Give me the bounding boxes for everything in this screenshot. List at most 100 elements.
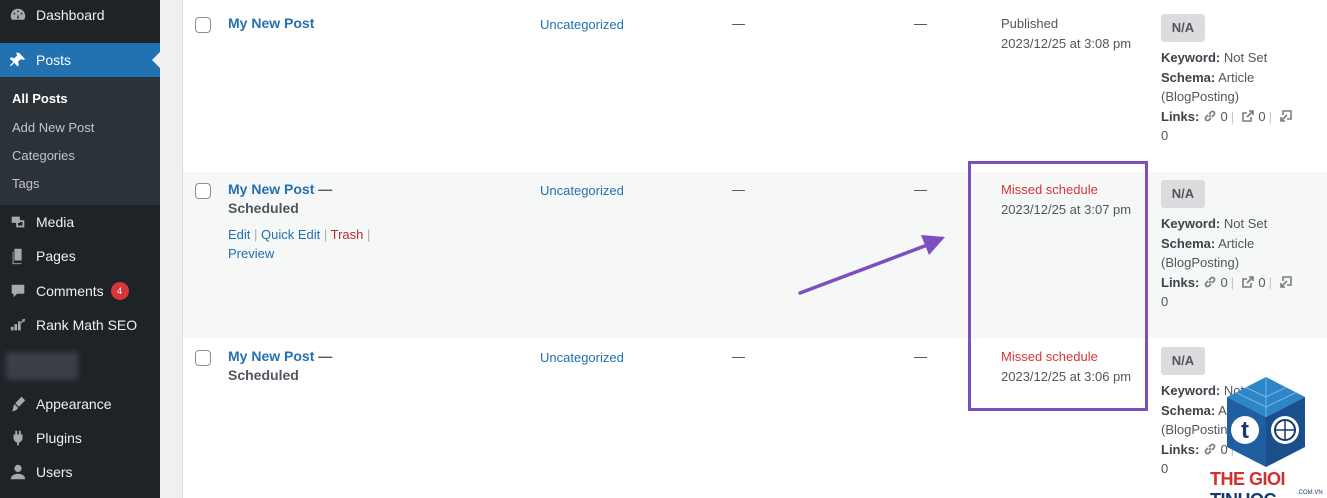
watermark-logo: t THE GIOI TINHOC .COM.VN	[1205, 375, 1327, 498]
incoming-link-icon	[1279, 275, 1293, 289]
external-link-icon	[1241, 109, 1255, 123]
dashboard-icon	[0, 6, 36, 24]
menu-media-label: Media	[36, 214, 75, 230]
tags-cell: —	[732, 349, 745, 364]
menu-plugins-label: Plugins	[36, 430, 82, 446]
post-date: 2023/12/25 at 3:08 pm	[1001, 36, 1132, 51]
page-icon	[0, 247, 36, 265]
pin-icon	[0, 51, 36, 69]
post-title-link[interactable]: My New Post	[228, 15, 314, 31]
keyword-label: Keyword:	[1161, 216, 1221, 231]
internal-links-count: 0	[1220, 274, 1228, 290]
category-link[interactable]: Uncategorized	[540, 17, 624, 32]
blurred-menu-item	[6, 352, 78, 380]
schema-label: Schema:	[1161, 235, 1216, 251]
incoming-links-count: 0	[1161, 128, 1169, 143]
seo-score-badge: N/A	[1161, 14, 1205, 42]
keyword-label: Keyword:	[1161, 50, 1221, 65]
menu-comments[interactable]: Comments 4	[0, 274, 160, 308]
post-title-link[interactable]: My New Post	[228, 181, 314, 197]
row-checkbox[interactable]	[195, 183, 211, 199]
incoming-links-count: 0	[1161, 294, 1169, 309]
comments-cell: —	[914, 16, 927, 31]
menu-posts[interactable]: Posts	[0, 43, 160, 77]
posts-submenu: All Posts Add New Post Categories Tags	[0, 77, 160, 205]
links-label: Links:	[1161, 108, 1200, 124]
category-link[interactable]: Uncategorized	[540, 183, 624, 198]
submenu-all-posts[interactable]: All Posts	[12, 91, 68, 106]
menu-rank-math-seo[interactable]: Rank Math SEO	[0, 308, 160, 342]
menu-dashboard[interactable]: Dashboard	[0, 0, 160, 32]
row-checkbox[interactable]	[195, 350, 211, 366]
external-links-count: 0	[1258, 108, 1266, 124]
menu-users-label: Users	[36, 464, 73, 480]
comment-icon	[0, 282, 36, 300]
post-status: Published	[1001, 16, 1059, 31]
menu-appearance-label: Appearance	[36, 396, 112, 412]
annotation-arrow	[798, 235, 945, 295]
internal-link-icon	[1203, 109, 1217, 123]
row-checkbox[interactable]	[195, 17, 211, 33]
cube-logo-icon: t	[1227, 377, 1305, 467]
internal-links-count: 0	[1220, 108, 1228, 124]
links-label: Links:	[1161, 274, 1200, 290]
current-menu-arrow	[152, 52, 160, 68]
menu-pages-label: Pages	[36, 248, 76, 264]
comments-count-badge: 4	[110, 282, 129, 300]
seo-details-cell: N/A Keyword: Not Set Schema: Article (Bl…	[1161, 180, 1321, 312]
comments-cell: —	[914, 349, 927, 364]
external-links-count: 0	[1258, 274, 1266, 290]
post-title-link[interactable]: My New Post	[228, 348, 314, 364]
seo-details-cell: N/A Keyword: Not Set Schema: Article (Bl…	[1161, 14, 1321, 146]
svg-text:t: t	[1241, 417, 1249, 444]
schema-label: Schema:	[1161, 69, 1216, 85]
comments-cell: —	[914, 182, 927, 197]
submenu-tags[interactable]: Tags	[12, 176, 39, 191]
watermark-brand-red: THE GIOI	[1210, 469, 1286, 489]
media-icon	[0, 213, 36, 231]
quick-edit-link[interactable]: Quick Edit	[261, 227, 320, 242]
plug-icon	[0, 429, 36, 447]
row-actions: Edit | Quick Edit | Trash | Preview	[228, 227, 371, 261]
preview-link[interactable]: Preview	[228, 246, 274, 261]
edit-link[interactable]: Edit	[228, 227, 250, 242]
table-row: My New Post Uncategorized — — Published …	[183, 0, 1327, 172]
menu-media[interactable]: Media	[0, 205, 160, 239]
menu-dashboard-label: Dashboard	[36, 7, 105, 23]
category-link[interactable]: Uncategorized	[540, 350, 624, 365]
trash-link[interactable]: Trash	[331, 227, 364, 242]
keyword-value: Not Set	[1223, 50, 1268, 65]
post-title-cell: My New Post	[228, 14, 358, 33]
menu-appearance[interactable]: Appearance	[0, 387, 160, 421]
admin-sidebar: Dashboard Posts All Posts Add New Post C…	[0, 0, 160, 498]
watermark-domain: .COM.VN	[1297, 490, 1323, 496]
posts-list-table: My New Post Uncategorized — — Published …	[182, 0, 1327, 498]
submenu-categories[interactable]: Categories	[12, 148, 75, 163]
menu-plugins[interactable]: Plugins	[0, 421, 160, 455]
seo-score-badge: N/A	[1161, 180, 1205, 208]
menu-users[interactable]: Users	[0, 455, 160, 489]
keyword-value: Not Set	[1223, 216, 1268, 231]
incoming-links-count: 0	[1161, 461, 1169, 476]
brush-icon	[0, 395, 36, 413]
menu-comments-label: Comments	[36, 283, 104, 299]
tags-cell: —	[732, 182, 745, 197]
table-row: My New Post — Scheduled Uncategorized — …	[183, 338, 1327, 498]
watermark-brand-blue: TINHOC	[1210, 490, 1277, 498]
user-icon	[0, 463, 36, 481]
incoming-link-icon	[1279, 109, 1293, 123]
internal-link-icon	[1203, 275, 1217, 289]
table-row: My New Post — Scheduled Edit | Quick Edi…	[183, 172, 1327, 338]
seo-score-badge: N/A	[1161, 347, 1205, 375]
annotation-highlight-box	[968, 161, 1148, 411]
date-cell: Published 2023/12/25 at 3:08 pm	[1001, 14, 1131, 54]
links-label: Links:	[1161, 441, 1200, 457]
external-link-icon	[1241, 275, 1255, 289]
post-title-cell: My New Post — Scheduled	[228, 347, 358, 385]
submenu-add-new-post[interactable]: Add New Post	[12, 120, 94, 135]
post-title-cell: My New Post — Scheduled	[228, 180, 358, 218]
chart-icon	[0, 316, 36, 334]
menu-pages[interactable]: Pages	[0, 239, 160, 273]
menu-rank-math-label: Rank Math SEO	[36, 317, 138, 333]
tags-cell: —	[732, 16, 745, 31]
